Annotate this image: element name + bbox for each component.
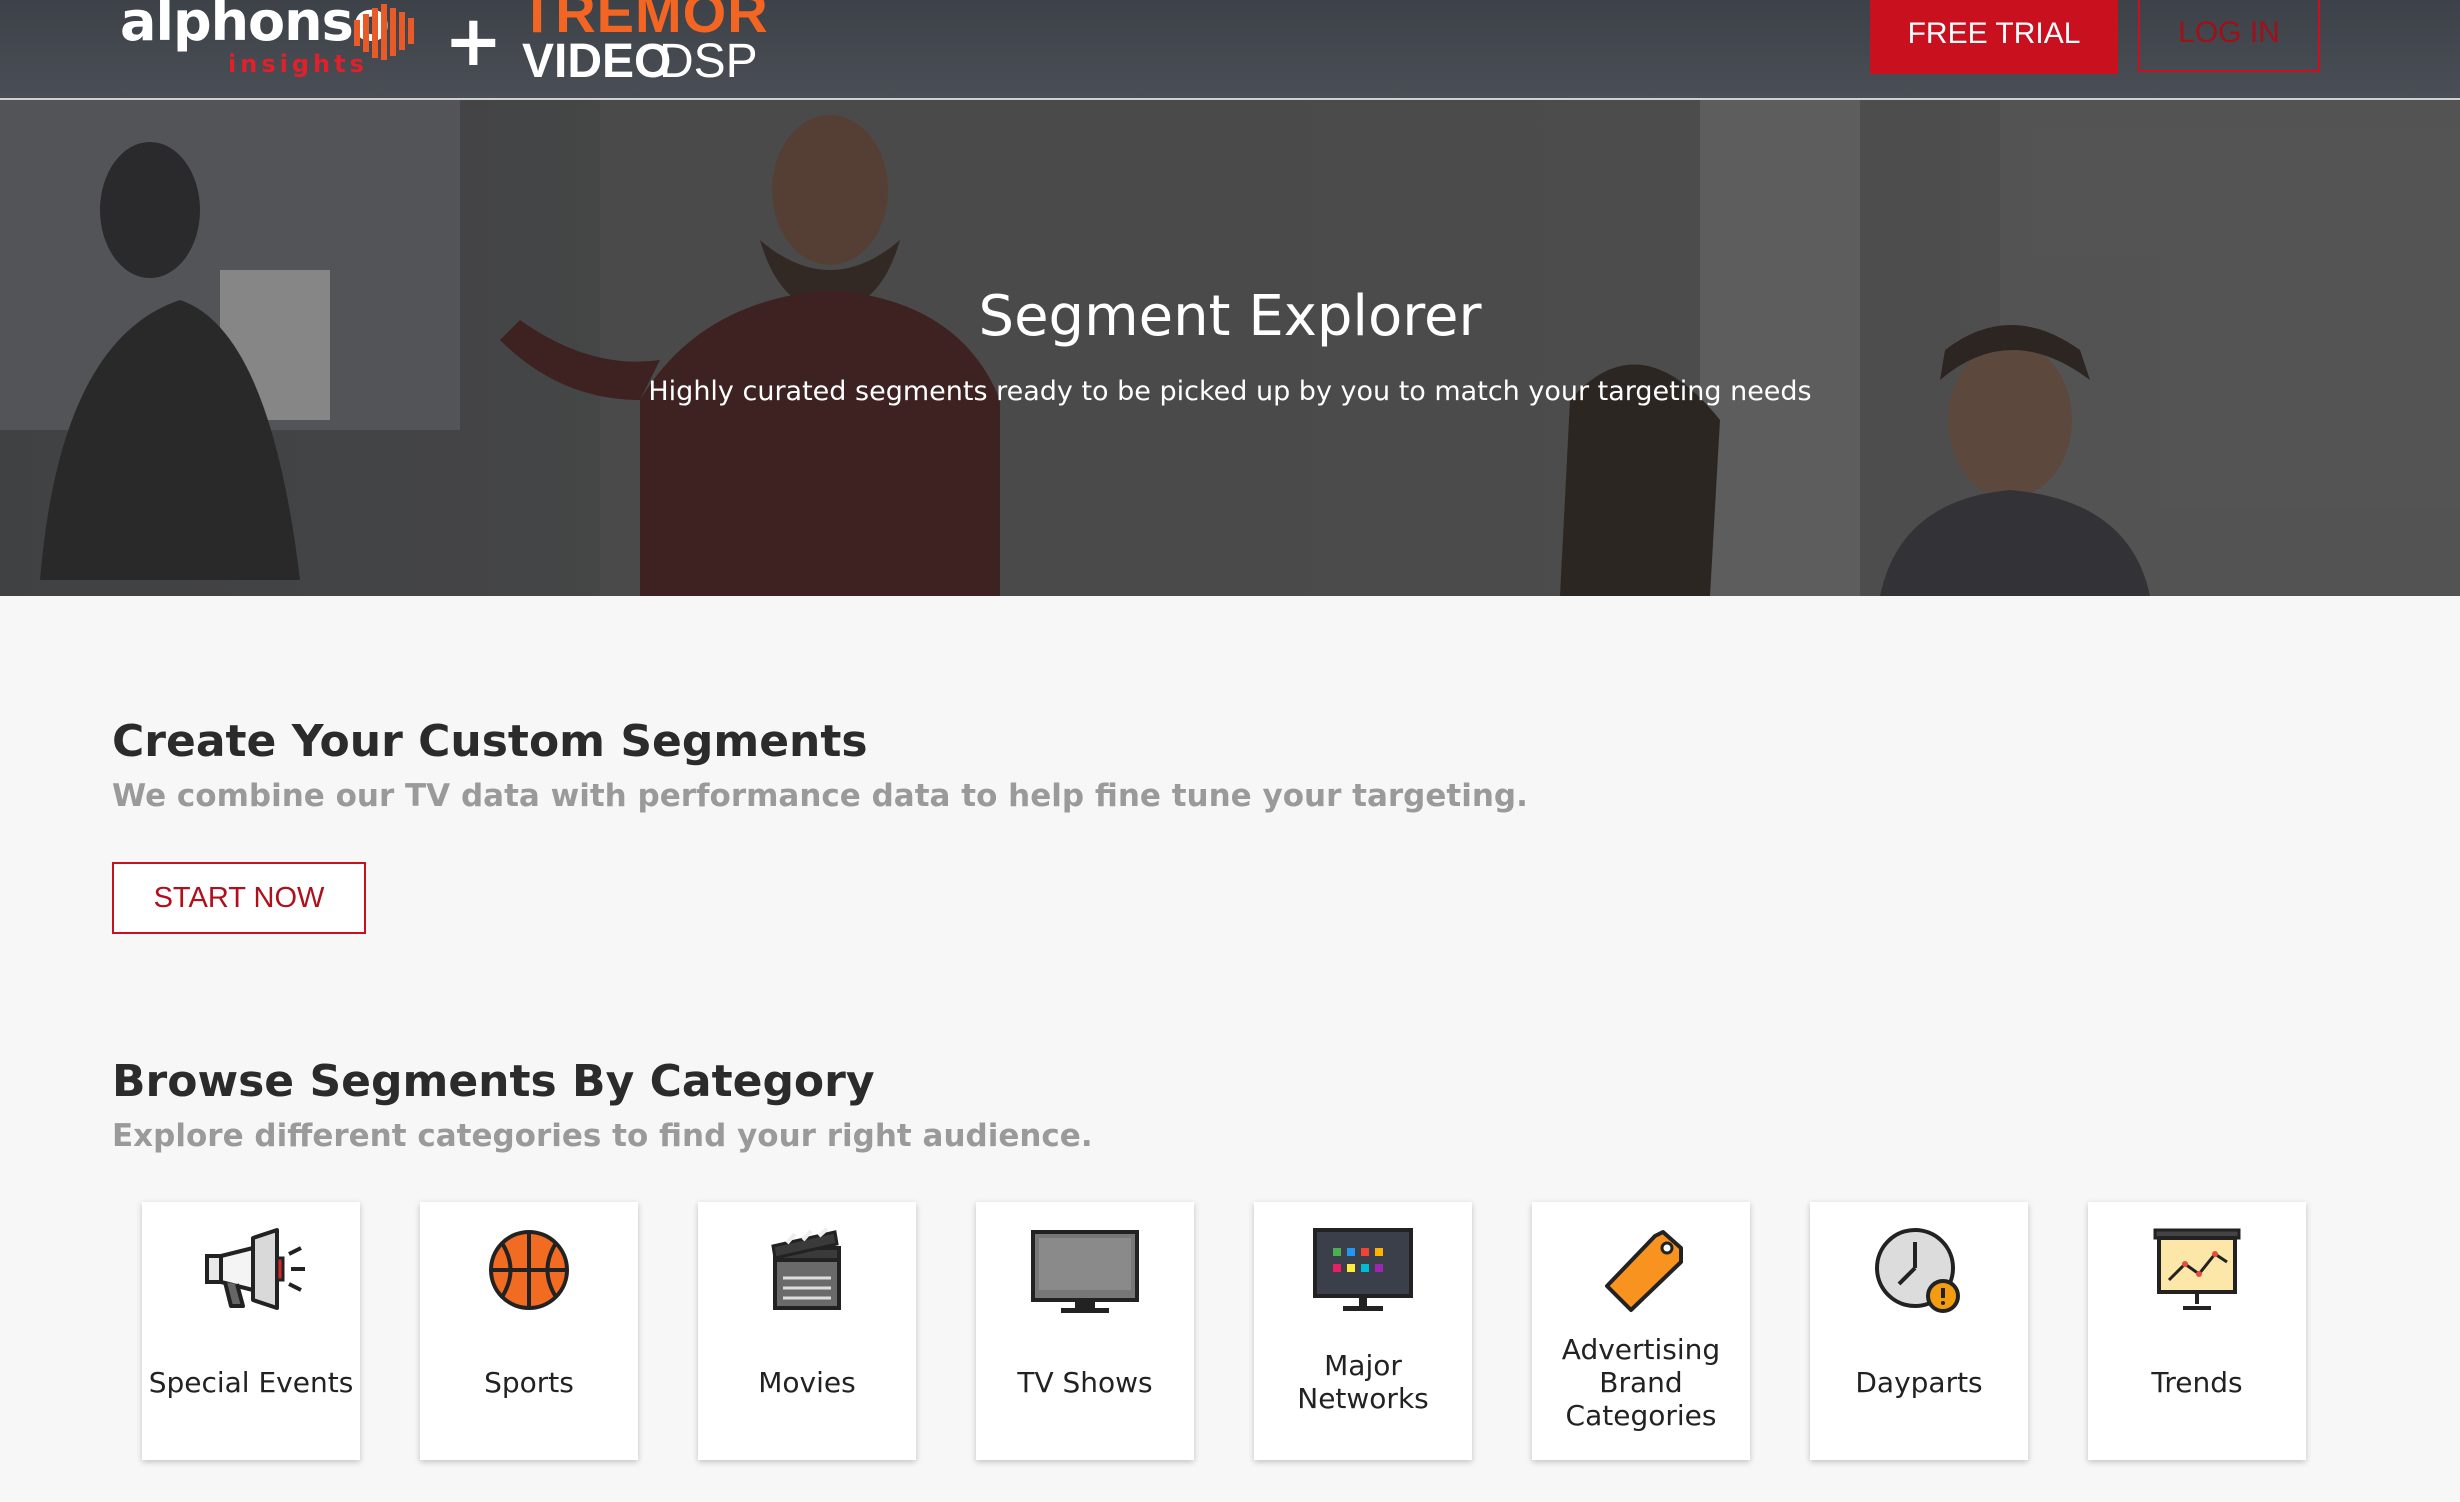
clapperboard-icon (771, 1227, 841, 1310)
category-card-tv-shows[interactable]: TV Shows (976, 1202, 1194, 1460)
start-now-button[interactable]: START NOW (112, 862, 366, 934)
browse-segments-heading: Browse Segments By Category (112, 1056, 875, 1107)
category-label: Special Events (148, 1365, 354, 1399)
category-card-movies[interactable]: Movies (698, 1202, 916, 1460)
category-label: Major Networks (1297, 1349, 1429, 1415)
video-logo-text: VIDEO (522, 35, 672, 88)
category-card-special-events[interactable]: Special Events (142, 1202, 360, 1460)
page-subtitle: Highly curated segments ready to be pick… (648, 376, 1812, 407)
log-in-button[interactable]: LOG IN (2138, 0, 2320, 72)
category-card-trends[interactable]: Trends (2088, 1202, 2306, 1460)
category-label: Sports (484, 1365, 574, 1399)
category-label: Movies (758, 1365, 856, 1399)
basketball-icon (489, 1230, 569, 1310)
category-card-grid: Special Events Sports Movies TV Shows Ma… (142, 1202, 2306, 1462)
alphonso-logo-text: alphonso (120, 0, 390, 53)
megaphone-icon (205, 1228, 305, 1310)
category-label: Trends (2151, 1365, 2243, 1399)
clock-icon (1875, 1228, 1960, 1313)
dsp-logo-text: DSP (659, 35, 758, 88)
category-label: TV Shows (1017, 1365, 1153, 1399)
hero-banner: Segment Explorer Highly curated segments… (0, 100, 2460, 596)
insights-logo-text: insights (228, 50, 368, 78)
category-card-major-networks[interactable]: Major Networks (1254, 1202, 1472, 1460)
tv-icon (1031, 1230, 1139, 1313)
category-label: Dayparts (1855, 1365, 1983, 1399)
tv-channels-icon (1313, 1228, 1413, 1311)
plus-sign: + (444, 0, 503, 82)
custom-segments-heading: Create Your Custom Segments (112, 716, 868, 767)
free-trial-button[interactable]: FREE TRIAL (1870, 0, 2118, 74)
page-title: Segment Explorer (978, 284, 1482, 349)
category-label: Advertising Brand Categories (1561, 1332, 1721, 1432)
category-card-sports[interactable]: Sports (420, 1202, 638, 1460)
trend-chart-icon (2153, 1228, 2241, 1310)
price-tag-icon (1605, 1230, 1683, 1312)
browse-segments-subheading: Explore different categories to find you… (112, 1118, 1093, 1154)
category-card-advertising-brand-categories[interactable]: Advertising Brand Categories (1532, 1202, 1750, 1460)
top-nav-bar: alphonso insights + TREMOR VIDEO DSP FRE… (0, 0, 2460, 100)
custom-segments-subheading: We combine our TV data with performance … (112, 778, 1528, 814)
category-card-dayparts[interactable]: Dayparts (1810, 1202, 2028, 1460)
